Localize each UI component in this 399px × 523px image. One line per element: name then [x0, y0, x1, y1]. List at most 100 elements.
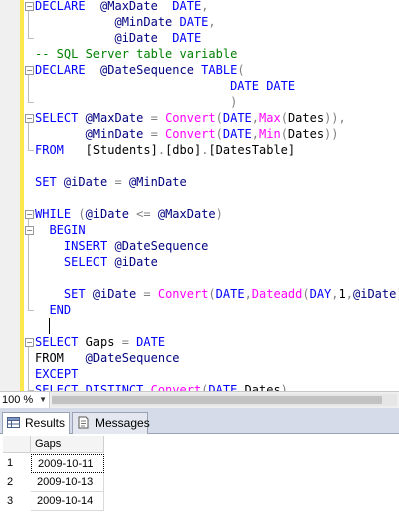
code-token: Dateadd	[251, 287, 303, 301]
code-line[interactable]: DECLARE @MaxDate DATE,	[0, 0, 399, 14]
column-header-gaps[interactable]: Gaps	[31, 436, 104, 453]
code-text: DECLARE @DateSequence TABLE(	[35, 62, 245, 78]
collapse-toggle-icon[interactable]: −	[25, 338, 34, 347]
code-token: END	[49, 303, 72, 317]
outline-guide-end	[28, 310, 34, 311]
code-token: 1	[338, 287, 346, 301]
outline-guide	[28, 123, 29, 150]
code-token: @DateSequence	[100, 63, 194, 77]
code-line[interactable]: SET @iDate = Convert(DATE,Dateadd(DAY,1,…	[0, 286, 399, 302]
code-line[interactable]: INSERT @DateSequence	[0, 238, 399, 254]
code-line[interactable]: SET @iDate = @MinDate	[0, 174, 399, 190]
code-token: =	[143, 127, 158, 141]
row-number[interactable]: 2	[3, 473, 31, 492]
row-number[interactable]: 3	[3, 492, 31, 511]
code-text: SELECT @MaxDate = Convert(DATE,Max(Dates…	[35, 110, 346, 126]
code-token: Convert	[143, 383, 202, 391]
code-token: Dates	[287, 111, 325, 125]
code-line[interactable]: -- SQL Server table variable	[0, 46, 399, 62]
code-token: SELECT	[35, 335, 79, 349]
sql-editor[interactable]: DECLARE @MaxDate DATE, @MinDate DATE, @i…	[0, 0, 399, 391]
code-text: @MinDate = Convert(DATE,Min(Dates))	[35, 126, 339, 142]
code-text	[35, 318, 50, 334]
code-line[interactable]: WHILE (@iDate <= @MaxDate)	[0, 206, 399, 222]
outline-guide	[28, 347, 29, 390]
code-line[interactable]: FROM @DateSequence	[0, 350, 399, 366]
code-token: @MaxDate	[150, 207, 216, 221]
code-token: ))	[324, 127, 339, 141]
code-line[interactable]: SELECT @iDate	[0, 254, 399, 270]
collapse-toggle-icon[interactable]: −	[25, 226, 34, 235]
outline-guide-end	[28, 102, 34, 103]
row-number[interactable]: 1	[3, 454, 31, 473]
code-line[interactable]: @iDate DATE	[0, 30, 399, 46]
code-line[interactable]: EXCEPT	[0, 366, 399, 382]
code-line[interactable]: @MinDate = Convert(DATE,Min(Dates))	[0, 126, 399, 142]
code-token: DATE	[128, 335, 166, 349]
results-grid[interactable]: Gaps 1 2009-10-11 2 2009-10-13 3 2009-10…	[0, 434, 399, 523]
code-token: Max	[259, 111, 281, 125]
scrollbar-thumb[interactable]	[52, 396, 382, 404]
code-token: ,	[208, 15, 216, 29]
code-line[interactable]	[0, 318, 399, 334]
chevron-down-icon: ▼	[39, 395, 47, 404]
code-token: @MinDate	[114, 15, 173, 29]
code-token: .	[157, 143, 166, 157]
code-token: [DatesTable]	[208, 143, 296, 157]
collapse-toggle-icon[interactable]: −	[25, 66, 34, 75]
grid-cell[interactable]: 2009-10-13	[31, 473, 104, 492]
code-text: INSERT @DateSequence	[35, 238, 209, 254]
collapse-toggle-icon[interactable]: −	[25, 210, 34, 219]
code-line[interactable]: @MinDate DATE,	[0, 14, 399, 30]
code-text: DATE DATE	[35, 78, 295, 94]
code-token: DATE	[172, 0, 202, 13]
code-text: SET @iDate = @MinDate	[35, 174, 187, 190]
zoom-bar: 100 % ▼	[0, 391, 399, 408]
code-token: ,	[251, 127, 259, 141]
code-text: SELECT Gaps = DATE	[35, 334, 165, 350]
code-token: EXCEPT	[35, 367, 79, 381]
code-line[interactable]: SELECT @MaxDate = Convert(DATE,Max(Dates…	[0, 110, 399, 126]
code-line[interactable]: FROM [Students].[dbo].[DatesTable]	[0, 142, 399, 158]
code-text: SELECT @iDate	[35, 254, 158, 270]
tab-results[interactable]: Results	[2, 412, 70, 434]
code-line[interactable]: DATE DATE	[0, 78, 399, 94]
grid-cell[interactable]: 2009-10-11	[31, 454, 104, 473]
code-token: BEGIN	[49, 223, 86, 237]
code-token: SELECT	[63, 255, 108, 269]
collapse-toggle-icon[interactable]: −	[25, 114, 34, 123]
code-text: END	[35, 302, 71, 318]
grid-cell[interactable]: 2009-10-14	[31, 492, 104, 511]
code-line[interactable]: SELECT DISTINCT Convert(DATE,Dates)	[0, 382, 399, 391]
code-token: ,	[244, 287, 252, 301]
code-token: DAY	[309, 287, 332, 301]
code-token: DATE DATE	[230, 79, 296, 93]
code-token: INSERT	[63, 239, 108, 253]
code-token: TABLE	[193, 63, 238, 77]
code-text: DECLARE @MaxDate DATE,	[35, 0, 208, 14]
code-token: DATE	[215, 287, 245, 301]
code-line[interactable]: BEGIN	[0, 222, 399, 238]
code-token: SET	[63, 287, 86, 301]
code-line[interactable]: END	[0, 302, 399, 318]
collapse-toggle-icon[interactable]: −	[25, 2, 34, 11]
code-line[interactable]: )	[0, 94, 399, 110]
horizontal-scrollbar[interactable]	[52, 394, 397, 406]
tab-messages[interactable]: Messages	[72, 412, 150, 434]
zoom-dropdown[interactable]: 100 % ▼	[0, 392, 50, 408]
code-token: =	[136, 287, 151, 301]
code-line[interactable]	[0, 158, 399, 174]
code-line[interactable]	[0, 190, 399, 206]
code-text: @iDate DATE	[35, 30, 201, 46]
code-line[interactable]: SELECT Gaps = DATE	[0, 334, 399, 350]
code-line[interactable]	[0, 270, 399, 286]
code-token: (	[208, 287, 216, 301]
code-line[interactable]: DECLARE @DateSequence TABLE(	[0, 62, 399, 78]
